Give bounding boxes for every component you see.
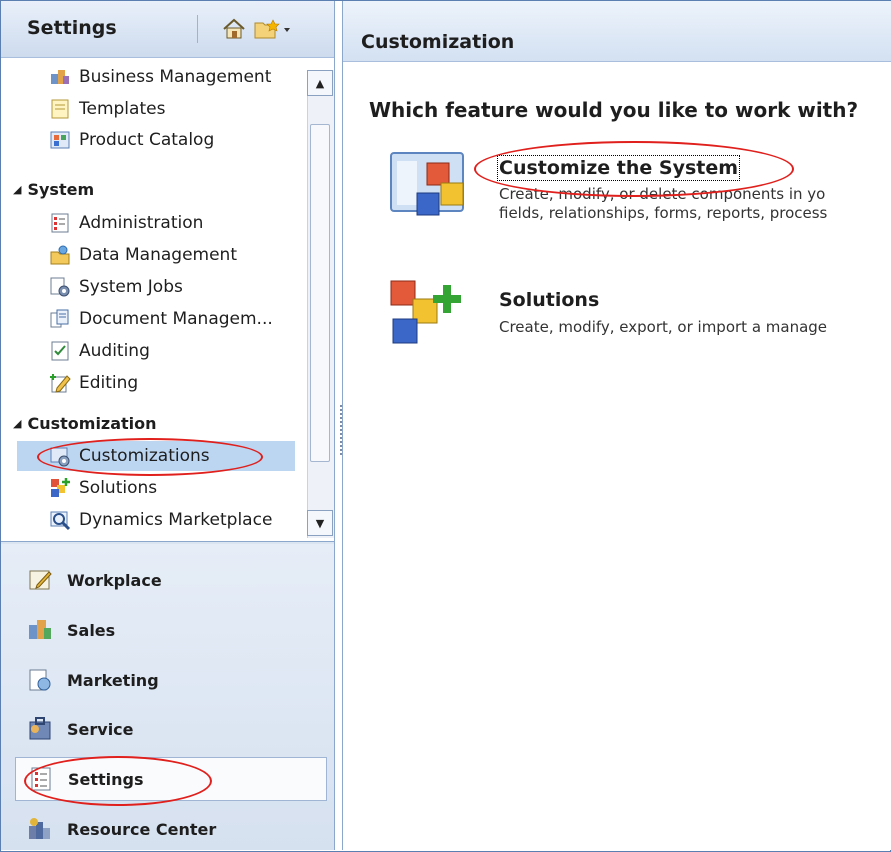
auditing-icon [51, 341, 69, 361]
tree-item-administration[interactable]: Administration [49, 208, 203, 238]
expanded-triangle-icon: ◢ [13, 416, 22, 430]
content-header: Customization [343, 1, 891, 62]
resource-center-icon [29, 818, 50, 839]
administration-icon [51, 213, 69, 233]
business-management-icon [51, 70, 69, 84]
editing-icon [50, 374, 71, 393]
solutions-description: Create, modify, export, or import a mana… [499, 318, 828, 336]
tree-item-dynamics-marketplace[interactable]: Dynamics Marketplace [49, 505, 272, 535]
tree-item-label: Editing [79, 373, 139, 393]
solutions-feature-icon[interactable] [387, 277, 477, 357]
templates-icon [51, 99, 69, 119]
wunderbar-sales[interactable]: Sales [15, 608, 327, 652]
scroll-up-button[interactable]: ▲ [307, 70, 333, 96]
tree-item-label: Dynamics Marketplace [79, 510, 273, 530]
wunderbar-label: Marketing [67, 670, 159, 690]
dynamics-marketplace-icon [50, 511, 71, 531]
expanded-triangle-icon: ◢ [13, 182, 22, 196]
wunderbar-resource-center[interactable]: Resource Center [15, 807, 327, 851]
tree-item-label: Data Management [79, 245, 237, 265]
nav-title: Settings [27, 17, 117, 39]
settings-tree: Business Management Templates Product Ca… [1, 58, 334, 542]
system-jobs-icon [50, 277, 70, 297]
tree-item-label: Document Managem... [79, 309, 273, 329]
favorites-folder-icon[interactable] [253, 16, 293, 42]
group-label: System [27, 179, 95, 199]
group-label: Customization [27, 413, 157, 433]
scroll-up-arrow-icon: ▲ [315, 76, 325, 90]
workplace-icon [29, 570, 52, 590]
tree-item-label: Administration [79, 213, 204, 233]
tree-item-label: Customizations [79, 446, 210, 466]
tree-item-business-management[interactable]: Business Management [49, 62, 271, 92]
customizations-icon [50, 447, 70, 467]
wunderbar-label: Resource Center [67, 819, 217, 839]
product-catalog-icon [50, 131, 70, 149]
customize-system-description-line2: fields, relationships, forms, reports, p… [499, 204, 828, 222]
wunderbar-workplace[interactable]: Workplace [15, 558, 327, 602]
tree-item-label: Product Catalog [79, 130, 215, 150]
solutions-link[interactable]: Solutions [499, 289, 599, 311]
wunderbar-label: Settings [68, 769, 144, 789]
document-management-icon [50, 309, 69, 328]
customize-system-description-line1: Create, modify, or delete components in … [499, 185, 826, 203]
scroll-thumb[interactable] [310, 124, 330, 462]
wunderbar-label: Service [67, 719, 134, 739]
tree-item-solutions[interactable]: Solutions [49, 473, 157, 503]
tree-item-auditing[interactable]: Auditing [49, 336, 150, 366]
customize-the-system-link[interactable]: Customize the System [496, 155, 741, 181]
group-system[interactable]: ◢ System [13, 175, 94, 203]
tree-item-product-catalog[interactable]: Product Catalog [49, 125, 214, 155]
content-title: Customization [361, 31, 515, 53]
settings-icon [31, 767, 51, 791]
home-icon[interactable] [221, 16, 247, 42]
tree-item-document-management[interactable]: Document Managem... [49, 304, 273, 334]
service-icon [29, 717, 51, 740]
tree-item-label: System Jobs [79, 277, 183, 297]
tree-item-label: Templates [79, 99, 166, 119]
wunderbar-settings[interactable]: Settings [15, 757, 327, 801]
content-pane: Customization Which feature would you li… [342, 1, 891, 850]
tree-item-system-jobs[interactable]: System Jobs [49, 272, 183, 302]
solutions-icon [51, 478, 70, 497]
navigation-pane: Settings Business Management Templates P… [1, 1, 335, 850]
nav-header: Settings [1, 1, 334, 58]
group-customization[interactable]: ◢ Customization [13, 409, 157, 437]
data-management-icon [50, 245, 70, 265]
wunderbar-label: Workplace [67, 570, 162, 590]
wunderbar-marketing[interactable]: Marketing [15, 658, 327, 702]
sales-icon [29, 620, 51, 639]
tree-item-editing[interactable]: Editing [49, 368, 138, 398]
tree-item-customizations[interactable]: Customizations [17, 441, 295, 471]
scroll-down-arrow-icon: ▼ [315, 516, 325, 530]
wunderbar-label: Sales [67, 620, 116, 640]
feature-question: Which feature would you like to work wit… [369, 98, 859, 122]
header-separator [197, 15, 198, 43]
scroll-down-button[interactable]: ▼ [307, 510, 333, 536]
tree-item-label: Solutions [79, 478, 158, 498]
wunderbar-service[interactable]: Service [15, 707, 327, 751]
wunderbar: Workplace Sales Marketing Service Settin… [1, 544, 334, 850]
marketing-icon [29, 669, 51, 691]
customize-system-icon[interactable] [387, 149, 477, 229]
tree-item-data-management[interactable]: Data Management [49, 240, 237, 270]
tree-item-label: Auditing [79, 341, 150, 361]
tree-item-templates[interactable]: Templates [49, 94, 165, 124]
tree-item-label: Business Management [79, 67, 272, 87]
